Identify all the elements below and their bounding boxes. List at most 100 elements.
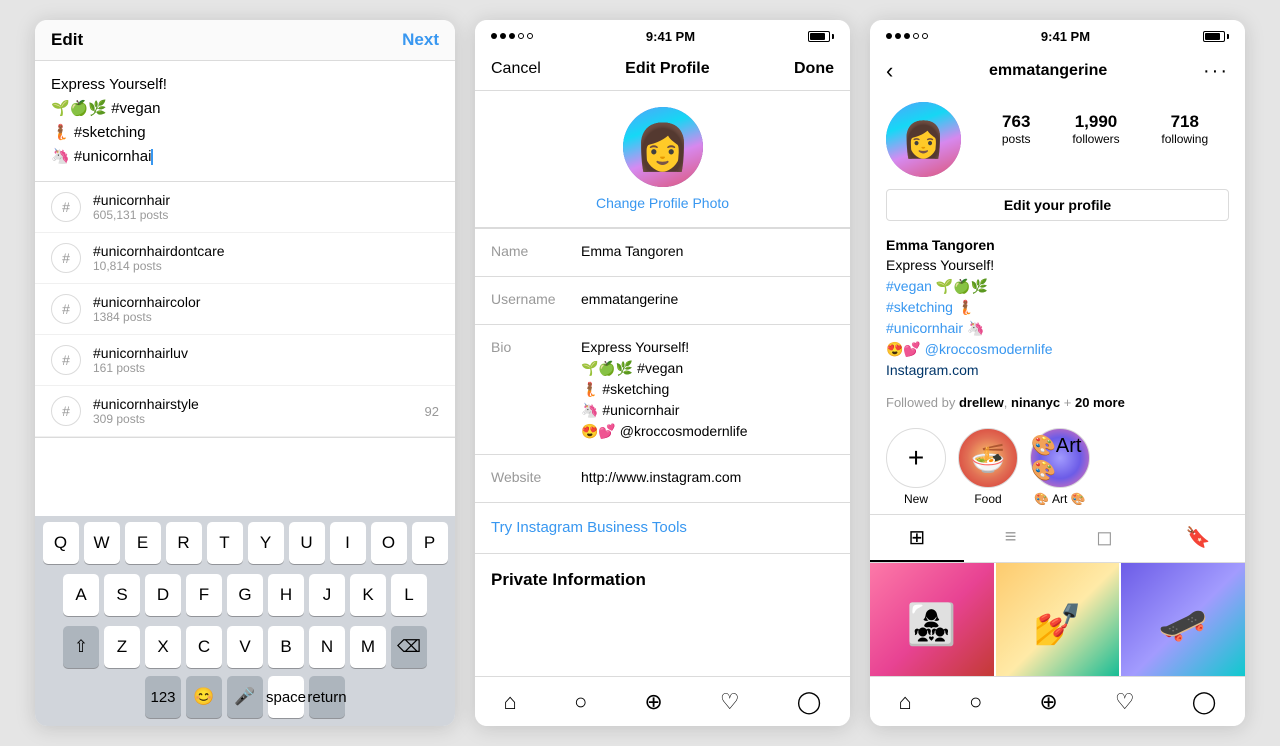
mic-key[interactable]: 🎤 [227,676,263,718]
next-button[interactable]: Next [402,30,439,50]
nav-search-3[interactable]: ○ [969,689,982,715]
nav-profile-2[interactable]: ◯ [797,689,822,715]
key-N[interactable]: N [309,626,345,668]
key-S[interactable]: S [104,574,140,616]
nav-home-2[interactable]: ⌂ [504,689,517,715]
hashtag-suggestion-3[interactable]: # #unicornhaircolor 1384 posts [35,284,455,335]
key-E[interactable]: E [125,522,161,564]
key-V[interactable]: V [227,626,263,668]
key-D[interactable]: D [145,574,181,616]
nav-home-3[interactable]: ⌂ [899,689,912,715]
change-photo-button[interactable]: Change Profile Photo [596,195,729,211]
battery-fill-3 [1205,33,1220,40]
tab-saved[interactable]: 🔖 [1151,515,1245,562]
text-edit-area[interactable]: Express Yourself! 🌱🍏🌿 #vegan 🧜🏾 #sketchi… [35,61,455,182]
highlight-art[interactable]: 🎨Art🎨 🎨 Art 🎨 [1030,428,1090,506]
bio-line3: 🧜🏾 #sketching [51,121,439,145]
key-M[interactable]: M [350,626,386,668]
avatar-image-profile [886,102,961,177]
followers-count: 1,990 [1072,112,1119,132]
more-followers[interactable]: 20 more [1075,395,1125,410]
bio-line1: Express Yourself! [51,73,439,97]
highlight-circle-new: + [886,428,946,488]
hashtag-suggestion-1[interactable]: # #unicornhair 605,131 posts [35,182,455,233]
key-Y[interactable]: Y [248,522,284,564]
key-G[interactable]: G [227,574,263,616]
dot2 [500,33,506,39]
key-I[interactable]: I [330,522,366,564]
try-business-link[interactable]: Try Instagram Business Tools [491,519,687,536]
photo-cell-1[interactable]: 👩‍👧‍👧 [870,563,994,687]
profile-photo-section: Change Profile Photo [475,91,850,228]
name-label: Name [491,241,581,259]
space-key[interactable]: space [268,676,304,718]
key-T[interactable]: T [207,522,243,564]
nav-add-3[interactable]: ⊕ [1039,689,1057,715]
nav-add-2[interactable]: ⊕ [644,689,662,715]
key-Q[interactable]: Q [43,522,79,564]
cancel-button[interactable]: Cancel [491,60,541,78]
key-W[interactable]: W [84,522,120,564]
hashtag-info-2: #unicornhairdontcare 10,814 posts [93,243,439,273]
key-Z[interactable]: Z [104,626,140,668]
hashtag-suggestion-4[interactable]: # #unicornhairluv 161 posts [35,335,455,386]
return-key[interactable]: return [309,676,345,718]
profile-stats-section: 763 posts 1,990 followers 718 following [870,94,1245,189]
key-R[interactable]: R [166,522,202,564]
hashtag-suggestion-5[interactable]: # #unicornhairstyle 309 posts 92 [35,386,455,437]
key-X[interactable]: X [145,626,181,668]
hashtag-info-3: #unicornhaircolor 1384 posts [93,294,439,324]
username-value[interactable]: emmatangerine [581,289,834,310]
list-icon: ≡ [1005,526,1017,549]
profile-username-title: emmatangerine [989,62,1107,80]
bio-value[interactable]: Express Yourself! 🌱🍏🌿 #vegan 🧜🏾 #sketchi… [581,337,834,442]
more-options-button[interactable]: ··· [1203,60,1229,83]
private-info-section: Private Information [475,554,850,606]
nav-heart-3[interactable]: ♡ [1115,689,1135,715]
tab-tagged[interactable]: ◻ [1058,515,1152,562]
stats-group: 763 posts 1,990 followers 718 following [981,102,1229,146]
key-F[interactable]: F [186,574,222,616]
key-U[interactable]: U [289,522,325,564]
posts-label: posts [1002,132,1031,146]
edit-profile-button[interactable]: Edit your profile [886,189,1229,221]
highlight-food[interactable]: 🍜 Food [958,428,1018,506]
shift-key[interactable]: ⇧ [63,626,99,668]
follower1[interactable]: drellew [959,395,1004,410]
highlight-label-food: Food [974,492,1001,506]
photo-cell-3[interactable]: 🛹 [1121,563,1245,687]
nav-profile-3[interactable]: ◯ [1192,689,1217,715]
hashtag-info-5: #unicornhairstyle 309 posts [93,396,439,426]
back-button[interactable]: ‹ [886,58,893,84]
hashtag-suggestion-2[interactable]: # #unicornhairdontcare 10,814 posts [35,233,455,284]
profile-picture [886,102,961,177]
photo-cell-2[interactable]: 💅 [996,563,1120,687]
key-K[interactable]: K [350,574,386,616]
key-B[interactable]: B [268,626,304,668]
key-L[interactable]: L [391,574,427,616]
key-J[interactable]: J [309,574,345,616]
tab-grid[interactable]: ⊞ [870,515,964,562]
website-link[interactable]: Instagram.com [886,362,979,378]
status-bar-2: 9:41 PM [475,20,850,48]
following-count: 718 [1161,112,1208,132]
key-H[interactable]: H [268,574,304,616]
hashtag-info-1: #unicornhair 605,131 posts [93,192,439,222]
highlight-new[interactable]: + New [886,428,946,506]
tab-list[interactable]: ≡ [964,515,1058,562]
bio-line4: 🦄 #unicornhai [51,145,439,169]
keyboard-row-1: Q W E R T Y U I O P [35,516,455,568]
key-C[interactable]: C [186,626,222,668]
emoji-key[interactable]: 😊 [186,676,222,718]
follower2[interactable]: ninanyc [1011,395,1060,410]
name-value[interactable]: Emma Tangoren [581,241,834,262]
key-P[interactable]: P [412,522,448,564]
nav-search-2[interactable]: ○ [574,689,587,715]
key-O[interactable]: O [371,522,407,564]
num-key[interactable]: 123 [145,676,181,718]
key-A[interactable]: A [63,574,99,616]
delete-key[interactable]: ⌫ [391,626,427,668]
nav-heart-2[interactable]: ♡ [720,689,740,715]
website-value[interactable]: http://www.instagram.com [581,467,834,488]
done-button[interactable]: Done [794,60,834,78]
